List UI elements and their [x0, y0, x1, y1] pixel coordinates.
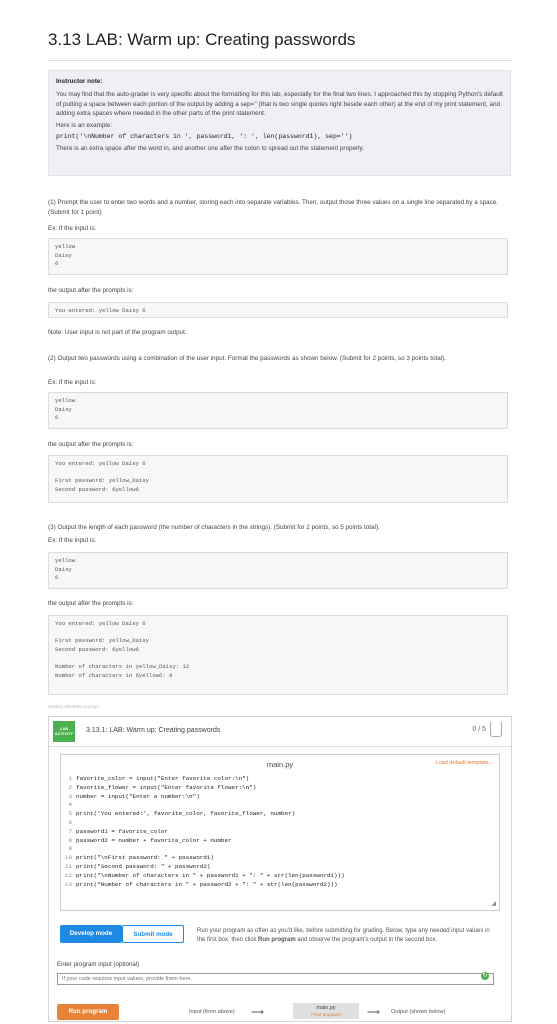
- code-text: print('You entered:', favorite_color, fa…: [76, 810, 296, 818]
- resize-grip-icon[interactable]: ◢: [491, 900, 496, 907]
- part1-output-block: You entered: yellow Daisy 6: [48, 302, 508, 318]
- code-line[interactable]: 6: [64, 819, 345, 828]
- part3-output-block: You entered: yellow Daisy 6 First passwo…: [48, 615, 508, 695]
- part2-output-label: the output after the prompts is:: [48, 441, 134, 448]
- part1-example-label: Ex: If the input is:: [48, 225, 97, 232]
- note-code-example: print('\nNumber of characters in ', pass…: [56, 133, 353, 141]
- code-text: password1 = favorite_color: [76, 827, 168, 835]
- mode-text-bold: Run program: [258, 937, 296, 943]
- code-text: print("\nNumber of characters in " + pas…: [76, 871, 345, 879]
- lab-divider: [49, 746, 511, 747]
- line-number: 11: [64, 862, 72, 870]
- arrow-right-icon: ⟶: [367, 1007, 380, 1017]
- part2-input-block: yellow Daisy 6: [48, 392, 508, 429]
- flow-input-label: Input (from above): [189, 1009, 235, 1015]
- editor-filename: main.py: [266, 760, 294, 769]
- part3-input-block: yellow Daisy 6: [48, 552, 508, 589]
- flow-program-box: main.py (Your program): [293, 1003, 359, 1019]
- part3-example-label: Ex: If the input is:: [48, 537, 97, 544]
- part1-text: (1) Prompt the user to enter two words a…: [48, 199, 499, 216]
- code-line[interactable]: 1 favorite_color = input("Enter favorite …: [64, 775, 345, 784]
- code-line[interactable]: 9: [64, 845, 345, 854]
- line-number: 9: [68, 845, 72, 853]
- page-title: 3.13 LAB: Warm up: Creating passwords: [48, 30, 356, 49]
- part3-output-label: the output after the prompts is:: [48, 600, 134, 607]
- part2-output-block: You entered: yellow Daisy 6 First passwo…: [48, 455, 508, 503]
- part2-text: (2) Output two passwords using a combina…: [48, 355, 446, 362]
- code-text: password2 = number + favorite_color + nu…: [76, 836, 232, 844]
- code-line[interactable]: 2 favorite_flower = input("Enter favorite…: [64, 784, 345, 793]
- code-text: favorite_flower = input("Enter favorite …: [76, 783, 257, 791]
- code-lines[interactable]: 1 favorite_color = input("Enter favorite …: [64, 775, 345, 889]
- line-number: 6: [68, 818, 72, 826]
- title-divider: [48, 60, 512, 61]
- line-number: 12: [64, 871, 72, 879]
- flow-output-label: Output (shown below): [391, 1009, 446, 1015]
- part1-input-block: yellow Daisy 6: [48, 238, 508, 275]
- activity-id: 361532.2004096.qx3zqy7: [48, 704, 100, 709]
- line-number: 8: [68, 836, 72, 844]
- flow-program-label: main.py: [316, 1005, 336, 1011]
- code-line[interactable]: 13 print("Number of characters in " + pas…: [64, 881, 345, 890]
- flow-program-sublabel: (Your program): [310, 1011, 342, 1017]
- code-editor[interactable]: main.py Load default template... 1 favori…: [60, 754, 500, 911]
- part2-example-label: Ex: If the input is:: [48, 379, 97, 386]
- arrow-right-icon: ⟶: [251, 1007, 264, 1017]
- line-number: 10: [64, 854, 72, 862]
- code-line[interactable]: 7 password1 = favorite_color: [64, 828, 345, 837]
- note-paragraph-1: You may find that the auto-grader is ver…: [56, 91, 503, 117]
- code-text: print("Second password: " + password2): [76, 862, 211, 870]
- code-line[interactable]: 10 print("\nFirst password: " + password1…: [64, 854, 345, 863]
- line-number: 2: [68, 783, 72, 791]
- code-text: favorite_color = input("Enter favorite c…: [76, 775, 250, 782]
- score-cup-icon: [490, 722, 502, 737]
- line-number: 4: [68, 801, 72, 809]
- note-paragraph-2: Here is an example:: [56, 121, 112, 129]
- part1-output-label: the output after the prompts is:: [48, 287, 134, 294]
- program-input-label: Enter program input (optional): [57, 961, 140, 968]
- code-text: print("Number of characters in " + passw…: [76, 880, 338, 888]
- line-number: 1: [68, 775, 72, 782]
- code-text: print("\nFirst password: " + password1): [76, 854, 214, 862]
- badge-line-2: ACTIVITY: [54, 731, 74, 736]
- code-line[interactable]: 5 print('You entered:', favorite_color, f…: [64, 810, 345, 819]
- note-heading: Instructor note:: [56, 78, 103, 85]
- run-program-button[interactable]: Run program: [57, 1004, 119, 1020]
- program-input-field[interactable]: [57, 973, 494, 985]
- develop-mode-button[interactable]: Develop mode: [60, 925, 122, 943]
- refresh-icon[interactable]: ↻: [481, 972, 489, 980]
- code-line[interactable]: 4: [64, 801, 345, 810]
- mode-description: Run your program as often as you'd like,…: [197, 927, 497, 945]
- part1-note: Note: User input is not part of the prog…: [48, 329, 187, 336]
- note-paragraph-3: There is an extra space after the word i…: [56, 145, 364, 153]
- lab-activity-badge: LAB ACTIVITY: [53, 721, 75, 742]
- line-number: 13: [64, 880, 72, 888]
- line-number: 5: [68, 810, 72, 818]
- instructor-note: Instructor note: You may find that the a…: [48, 70, 511, 176]
- mode-text-2: and observe the program's output in the …: [295, 937, 438, 943]
- lab-activity: LAB ACTIVITY 3.13.1: LAB: Warm up: Creat…: [48, 716, 512, 1022]
- lab-score: 0 / 5: [472, 726, 486, 733]
- line-number: 3: [68, 792, 72, 800]
- lab-title: 3.13.1: LAB: Warm up: Creating passwords: [86, 727, 221, 734]
- code-line[interactable]: 12 print("\nNumber of characters in " + p…: [64, 872, 345, 881]
- load-default-template-link[interactable]: Load default template...: [436, 760, 493, 766]
- submit-mode-button[interactable]: Submit mode: [122, 925, 184, 943]
- code-line[interactable]: 3 number = input("Enter a number:\n"): [64, 793, 345, 802]
- code-line[interactable]: 11 print("Second password: " + password2): [64, 863, 345, 872]
- part3-text: (3) Output the length of each password (…: [48, 524, 380, 531]
- code-text: number = input("Enter a number:\n"): [76, 792, 200, 800]
- code-line[interactable]: 8 password2 = number + favorite_color + n…: [64, 837, 345, 846]
- line-number: 7: [68, 827, 72, 835]
